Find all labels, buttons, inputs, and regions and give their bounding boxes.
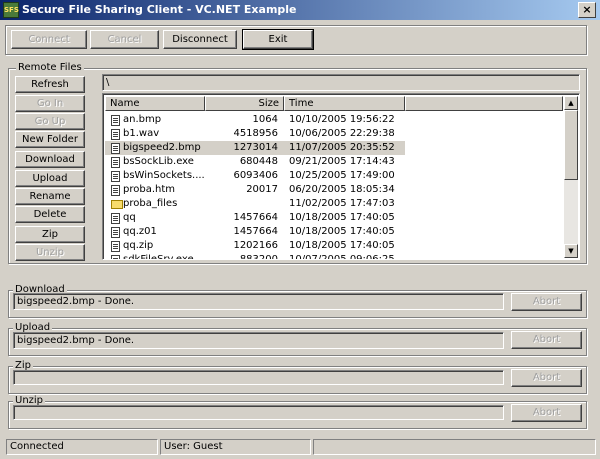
file-icon [111,157,120,168]
file-name: sdkFileSrv.exe [123,254,194,260]
file-icon [111,213,120,224]
file-size: 680448 [239,156,278,167]
file-row[interactable]: b1.wav 4518956 10/06/2005 22:29:38 [105,127,405,141]
download-button[interactable]: Download [15,151,85,168]
file-time: 10/06/2005 22:29:38 [289,128,395,139]
new-folder-button[interactable]: New Folder [15,131,85,148]
file-icon [111,185,120,196]
file-time: 10/10/2005 19:56:22 [289,114,395,125]
app-icon: SFS [3,2,19,18]
column-header-time[interactable]: Time [284,96,405,111]
file-row[interactable]: bsWinSockets.... 6093406 10/25/2005 17:49:… [105,169,405,183]
file-time: 10/18/2005 17:40:05 [289,240,395,251]
file-row[interactable]: bsSockLib.exe 680448 09/21/2005 17:14:43 [105,155,405,169]
go-in-button[interactable]: Go In [15,95,85,112]
file-time: 10/18/2005 17:40:05 [289,226,395,237]
file-time: 10/25/2005 17:49:00 [289,170,395,181]
path-field[interactable]: \ [102,74,580,91]
file-size: 1202166 [233,240,278,251]
file-name: b1.wav [123,128,160,139]
file-name: bsWinSockets.... [123,170,205,181]
cancel-button[interactable]: Cancel [90,30,159,49]
zip-status [13,370,504,385]
column-header-size[interactable]: Size [205,96,284,111]
folder-icon [111,200,123,209]
file-size: 6093406 [233,170,278,181]
file-row[interactable]: sdkFileSrv.exe 883200 10/07/2005 09:06:25 [105,253,405,260]
file-row[interactable]: bigspeed2.bmp 1273014 11/07/2005 20:35:52 [105,141,405,155]
title-bar: SFS Secure File Sharing Client - VC.NET … [0,0,600,20]
file-name: proba.htm [123,184,176,195]
upload-button[interactable]: Upload [15,170,85,187]
download-abort-button[interactable]: Abort [511,293,582,311]
file-size: 1064 [252,114,278,125]
file-name: qq.zip [123,240,154,251]
file-row[interactable]: an.bmp 1064 10/10/2005 19:56:22 [105,113,405,127]
zip-abort-button[interactable]: Abort [511,369,582,387]
close-icon[interactable]: × [578,2,596,18]
file-icon [111,241,120,252]
column-header-name[interactable]: Name [105,96,205,111]
status-connection: Connected [6,439,158,455]
file-time: 09/21/2005 17:14:43 [289,156,395,167]
file-list[interactable]: Name Size Time an.bmp 1064 10/10/2005 19:5… [102,93,580,260]
file-row[interactable]: qq 1457664 10/18/2005 17:40:05 [105,211,405,225]
exit-button[interactable]: Exit [242,29,314,50]
file-size: 1457664 [233,226,278,237]
file-time: 11/07/2005 20:35:52 [289,142,395,153]
column-header-filler [405,96,563,111]
unzip-abort-button[interactable]: Abort [511,404,582,422]
file-size: 4518956 [233,128,278,139]
file-icon [111,227,120,238]
file-name: bigspeed2.bmp [123,142,201,153]
file-time: 11/02/2005 17:47:03 [289,198,395,209]
file-icon [111,171,120,182]
file-time: 06/20/2005 18:05:34 [289,184,395,195]
status-user: User: Guest [160,439,311,455]
file-row[interactable]: qq.z01 1457664 10/18/2005 17:40:05 [105,225,405,239]
file-icon [111,255,120,259]
file-row[interactable]: qq.zip 1202166 10/18/2005 17:40:05 [105,239,405,253]
rename-button[interactable]: Rename [15,188,85,205]
file-time: 10/07/2005 09:06:25 [289,254,395,260]
file-name: qq [123,212,136,223]
disconnect-button[interactable]: Disconnect [163,30,237,49]
refresh-button[interactable]: Refresh [15,76,85,93]
file-time: 10/18/2005 17:40:05 [289,212,395,223]
connect-button[interactable]: Connect [11,30,87,49]
file-size: 1273014 [233,142,278,153]
file-name: an.bmp [123,114,162,125]
file-icon [111,115,120,126]
file-name: qq.z01 [123,226,157,237]
file-icon [111,143,120,154]
file-size: 1457664 [233,212,278,223]
unzip-status [13,405,504,420]
unzip-button[interactable]: Unzip [15,244,85,261]
remote-files-label: Remote Files [16,62,84,73]
scroll-down-icon[interactable]: ▼ [564,244,578,258]
file-size: 20017 [246,184,278,195]
window-title: Secure File Sharing Client - VC.NET Exam… [22,3,297,16]
file-name: proba_files [123,198,178,209]
file-row[interactable]: proba.htm 20017 06/20/2005 18:05:34 [105,183,405,197]
upload-abort-button[interactable]: Abort [511,331,582,349]
scroll-up-icon[interactable]: ▲ [564,96,578,110]
upload-status: bigspeed2.bmp - Done. [13,332,504,349]
status-extra [313,439,596,455]
file-name: bsSockLib.exe [123,156,194,167]
delete-button[interactable]: Delete [15,206,85,223]
go-up-button[interactable]: Go Up [15,113,85,130]
download-status: bigspeed2.bmp - Done. [13,293,504,310]
file-size: 883200 [239,254,278,260]
file-row[interactable]: proba_files 11/02/2005 17:47:03 [105,197,405,211]
file-icon [111,129,120,140]
scrollbar-thumb[interactable] [564,110,578,180]
zip-button[interactable]: Zip [15,226,85,243]
